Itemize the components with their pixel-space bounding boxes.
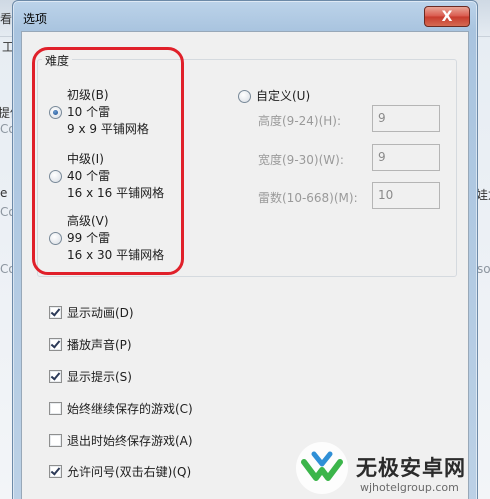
checkbox-icon (49, 370, 62, 383)
checkbox-play-sound[interactable]: 播放声音(P) (49, 336, 132, 353)
watermark-subtitle: wjhotelgroup.com (360, 481, 459, 494)
mines-label: 雷数(10-668)(M): (258, 191, 358, 205)
dialog-title: 选项 (23, 12, 48, 26)
checkbox-icon (49, 338, 62, 351)
checkbox-label: 允许问号(双击右键)(Q) (67, 465, 192, 479)
checkbox-icon (49, 402, 62, 415)
watermark-title: 无极安卓网 (356, 456, 466, 480)
checkbox-icon (49, 465, 62, 478)
width-field[interactable]: 9 (372, 144, 440, 171)
radio-custom[interactable]: 自定义(U) (238, 88, 310, 105)
checkbox-label: 播放声音(P) (67, 338, 132, 352)
watermark-logo-icon (296, 442, 348, 494)
bg-text-fragment: e (0, 186, 8, 200)
close-icon: X (441, 8, 453, 25)
checkbox-show-tips[interactable]: 显示提示(S) (49, 368, 132, 385)
mines-field[interactable]: 10 (372, 182, 440, 209)
close-button[interactable]: X (424, 6, 470, 27)
checkbox-label: 显示提示(S) (67, 370, 132, 384)
checkbox-label: 退出时始终保存游戏(A) (67, 434, 193, 448)
dialog-client-area: 难度 初级(B) 10 个雷 9 x 9 平铺网格 中级(I) 40 个雷 16… (21, 31, 469, 499)
checkbox-allow-question-marks[interactable]: 允许问号(双击右键)(Q) (49, 463, 191, 480)
checkbox-show-animation[interactable]: 显示动画(D) (49, 304, 134, 321)
checkbox-continue-saved[interactable]: 始终继续保存的游戏(C) (49, 400, 193, 417)
bg-text-fragment: so (477, 262, 490, 276)
checkbox-label: 始终继续保存的游戏(C) (67, 402, 193, 416)
highlight-annotation (32, 47, 184, 275)
height-label: 高度(9-24)(H): (258, 114, 342, 128)
height-field[interactable]: 9 (372, 105, 440, 132)
radio-button-icon (238, 90, 251, 103)
checkbox-save-on-exit[interactable]: 退出时始终保存游戏(A) (49, 432, 193, 449)
checkbox-label: 显示动画(D) (67, 306, 134, 320)
width-label: 宽度(9-30)(W): (258, 153, 344, 167)
checkbox-icon (49, 434, 62, 447)
checkbox-icon (49, 306, 62, 319)
options-dialog: 选项 X 难度 初级(B) 10 个雷 9 x 9 平铺网格 中级(I) 40 … (12, 0, 478, 499)
bg-text-fragment: 娃龙 (476, 188, 490, 202)
screen: 看( 工 提供 Co e Co Co 娃龙 so 选项 X 难度 初级(B) 1… (0, 0, 490, 499)
radio-custom-label: 自定义(U) (256, 89, 311, 103)
